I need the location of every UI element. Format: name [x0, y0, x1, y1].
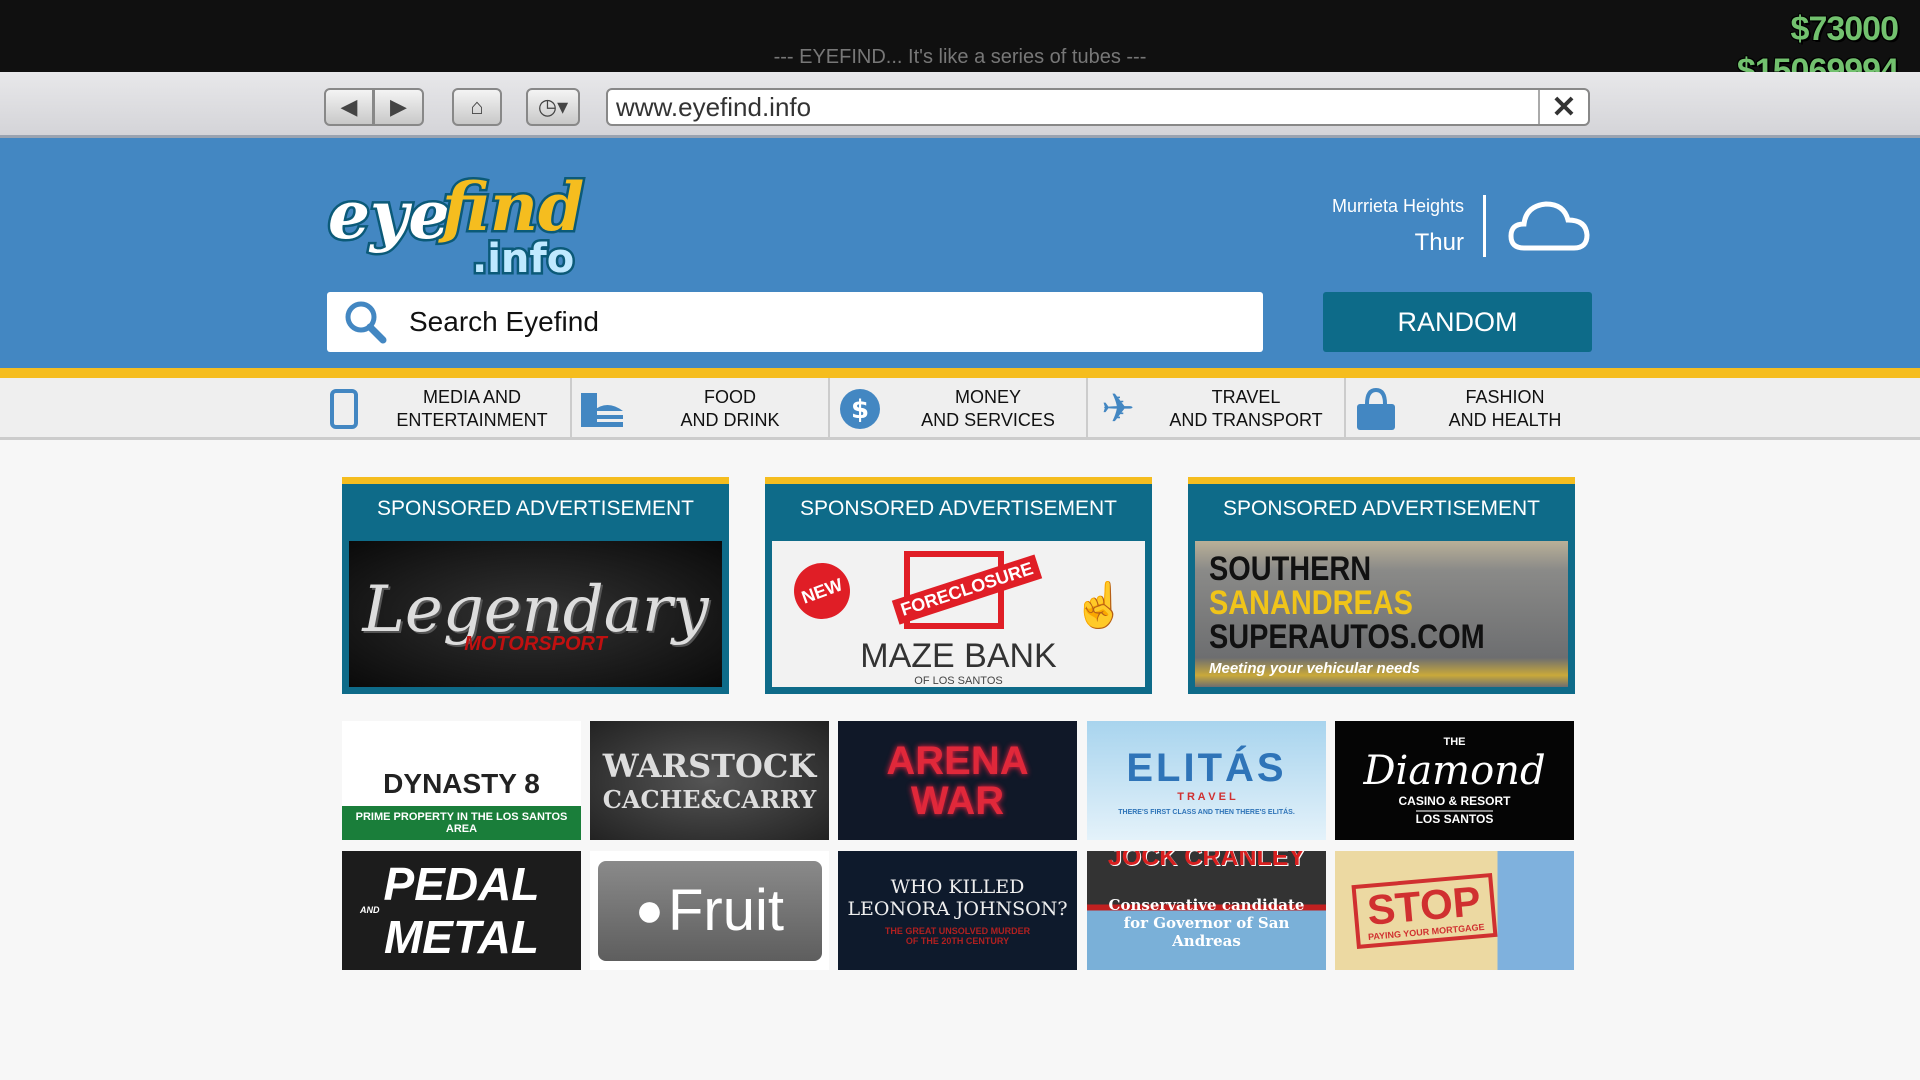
cloud-icon	[1508, 201, 1590, 251]
home-icon: ⌂	[470, 94, 484, 119]
nav-label: AND DRINK	[680, 410, 780, 430]
close-icon[interactable]: ✕	[1538, 90, 1588, 124]
history-button[interactable]: ◷▾	[526, 88, 580, 126]
ad-line: SOUTHERN	[1209, 549, 1372, 588]
back-button[interactable]: ◀	[324, 88, 374, 126]
sponsored-ad-superautos[interactable]: SPONSORED ADVERTISEMENT SOUTHERN SANANDR…	[1188, 477, 1575, 694]
location-name: Murrieta Heights	[1331, 196, 1464, 216]
url-text[interactable]: www.eyefind.info	[608, 92, 1538, 123]
nav-label: ENTERTAINMENT	[396, 410, 548, 430]
nav-label: MEDIA AND	[422, 387, 522, 407]
nav-label: TRAVEL	[1211, 387, 1281, 407]
tile-subtitle: METAL	[383, 911, 539, 963]
tile-elitas[interactable]: ELITÁS T R A V E L THERE'S FIRST CLASS A…	[1087, 721, 1326, 840]
ad-subtitle: Meeting your vehicular needs	[1209, 659, 1420, 677]
back-arrow-icon: ◀	[340, 94, 358, 119]
tile-diamond-casino[interactable]: THE Diamond CASINO & RESORT LOS SANTOS	[1335, 721, 1574, 840]
shopping-bag-icon	[1357, 388, 1395, 430]
apple-icon: ●	[635, 884, 664, 937]
tile-dynasty8[interactable]: DYNASTY 8 PRIME PROPERTY IN THE LOS SANT…	[342, 721, 581, 840]
tile-title: ARENA	[886, 738, 1029, 783]
location-weather: Murrieta Heights Thur	[1332, 196, 1464, 257]
sponsored-ad-maze-bank[interactable]: SPONSORED ADVERTISEMENT NEW FORECLOSURE …	[765, 477, 1152, 694]
nav-fashion-health[interactable]: FASHION AND HEALTH	[1346, 378, 1604, 440]
svg-text:.info: .info	[472, 236, 574, 282]
svg-text:eye: eye	[328, 176, 450, 254]
search-placeholder: Search Eyefind	[409, 306, 599, 337]
tile-jock-cranley[interactable]: JOCK CRANLEY Conservative candidate for …	[1087, 851, 1326, 970]
tile-line: AND	[360, 905, 380, 915]
cash-amount: $73000	[1790, 10, 1899, 48]
tile-fruit[interactable]: ● Fruit	[590, 851, 829, 970]
nav-travel-transport[interactable]: ✈ TRAVEL AND TRANSPORT	[1088, 378, 1346, 440]
sponsored-heading: SPONSORED ADVERTISEMENT	[376, 497, 694, 520]
divider	[1483, 195, 1486, 257]
tile-subtitle: Conservative candidate for Governor of S…	[1108, 896, 1305, 950]
tile-subtitle: CACHE&CARRY	[602, 785, 817, 814]
eyefind-logo[interactable]: eye find .info	[322, 160, 602, 283]
home-button[interactable]: ⌂	[452, 88, 502, 126]
tile-title: DYNASTY 8	[383, 768, 540, 799]
tile-subtitle: LOS SANTOS	[1415, 809, 1494, 826]
ad-title: MAZE BANK	[860, 637, 1057, 675]
tile-title: PEDAL	[383, 858, 540, 910]
new-badge: NEW	[786, 555, 858, 627]
tile-title: Diamond	[1363, 747, 1546, 794]
burger-icon	[581, 393, 623, 427]
ad-line: SANANDREAS	[1209, 583, 1413, 622]
tile-title: ELITÁS	[1126, 745, 1287, 790]
tile-line: THE	[1443, 735, 1466, 748]
forward-button[interactable]: ▶	[374, 88, 424, 126]
tile-pedal-metal[interactable]: PEDAL AND METAL	[342, 851, 581, 970]
nav-label: FOOD	[704, 387, 756, 407]
dollar-icon: $	[840, 389, 880, 429]
search-input[interactable]: Search Eyefind	[327, 292, 1263, 352]
hand-cursor-icon: ☝	[1072, 581, 1127, 630]
tile-title: JOCK CRANLEY	[1107, 851, 1306, 871]
nav-money-services[interactable]: $ MONEY AND SERVICES	[830, 378, 1088, 440]
sponsored-heading: SPONSORED ADVERTISEMENT	[1222, 497, 1540, 520]
weekday: Thur	[1414, 229, 1464, 256]
tablet-icon	[330, 389, 358, 429]
ad-subtitle: MOTORSPORT	[464, 632, 607, 655]
forward-arrow-icon: ▶	[390, 94, 407, 119]
tile-line: LEONORA JOHNSON?	[847, 897, 1068, 920]
tile-title: WHO KILLED	[890, 875, 1025, 898]
browser-tagline: --- EYEFIND... It's like a series of tub…	[773, 46, 1147, 68]
airplane-icon: ✈	[1101, 387, 1135, 431]
url-bar[interactable]: www.eyefind.info ✕	[606, 88, 1590, 126]
nav-label: FASHION	[1465, 387, 1545, 407]
ad-subtitle: OF LOS SANTOS	[914, 675, 1003, 687]
sponsored-heading: SPONSORED ADVERTISEMENT	[799, 497, 1117, 520]
tile-stop-mortgage[interactable]: STOP PAYING YOUR MORTGAGE	[1335, 851, 1574, 970]
tile-leonora-johnson[interactable]: WHO KILLED LEONORA JOHNSON? THE GREAT UN…	[838, 851, 1077, 970]
tile-subtitle: THERE'S FIRST CLASS AND THEN THERE'S ELI…	[1118, 808, 1295, 816]
nav-label: AND SERVICES	[921, 410, 1055, 430]
svg-text:find: find	[438, 168, 584, 246]
tile-title: WARSTOCK	[602, 747, 817, 785]
search-icon	[345, 301, 387, 344]
nav-label: AND HEALTH	[1448, 410, 1562, 430]
tile-title: Fruit	[668, 878, 784, 943]
sponsored-ad-legendary[interactable]: SPONSORED ADVERTISEMENT Legendary MOTORS…	[342, 477, 729, 694]
nav-food-drink[interactable]: FOOD AND DRINK	[572, 378, 830, 440]
accent-stripe	[0, 368, 1920, 378]
tile-subtitle: THE GREAT UNSOLVED MURDER OF THE 20TH CE…	[884, 925, 1031, 946]
svg-text:$: $	[851, 395, 869, 425]
tile-arena-war[interactable]: ARENA WAR	[838, 721, 1077, 840]
history-clock-icon: ◷▾	[537, 94, 569, 119]
tile-subtitle: WAR	[910, 778, 1005, 823]
random-button[interactable]: RANDOM	[1323, 292, 1592, 352]
tile-warstock[interactable]: WARSTOCK CACHE&CARRY	[590, 721, 829, 840]
nav-media-entertainment[interactable]: MEDIA AND ENTERTAINMENT	[314, 378, 572, 440]
tile-line: T R A V E L	[1177, 790, 1236, 803]
tile-subtitle: PRIME PROPERTY IN THE LOS SANTOS AREA	[342, 806, 581, 840]
nav-label: AND TRANSPORT	[1169, 410, 1323, 430]
nav-label: MONEY	[954, 387, 1021, 407]
tile-subtitle: CASINO & RESORT	[1398, 793, 1511, 808]
ad-line: SUPERAUTOS.COM	[1209, 617, 1485, 656]
